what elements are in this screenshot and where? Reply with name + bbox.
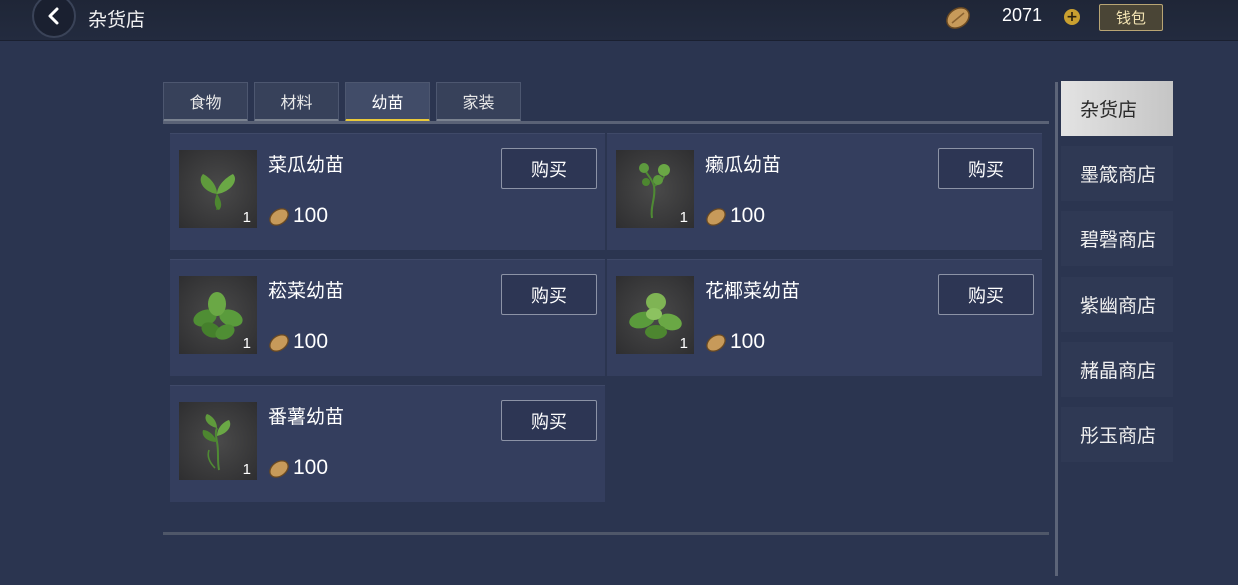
coin-seed-icon <box>706 334 726 352</box>
shop-item-card: 1 花椰菜幼苗 100 购买 <box>607 259 1042 376</box>
coin-seed-icon <box>706 208 726 226</box>
sidebar-item-biqing[interactable]: 碧磬商店 <box>1061 211 1173 266</box>
tab-home-decor[interactable]: 家装 <box>436 82 521 122</box>
item-count: 1 <box>679 209 688 226</box>
item-count: 1 <box>242 461 251 478</box>
buy-button[interactable]: 购买 <box>501 148 597 189</box>
sidebar-item-tongyu[interactable]: 彤玉商店 <box>1061 407 1173 462</box>
item-thumbnail[interactable]: 1 <box>179 150 257 228</box>
item-name: 菘菜幼苗 <box>268 280 345 302</box>
buy-button[interactable]: 购买 <box>938 148 1034 189</box>
sidebar-divider <box>1055 82 1058 576</box>
tab-seedlings[interactable]: 幼苗 <box>345 82 430 122</box>
shop-item-card: 1 菜瓜幼苗 100 购买 <box>170 133 605 250</box>
coin-seed-icon <box>269 334 289 352</box>
item-count: 1 <box>242 335 251 352</box>
item-price: 100 <box>730 204 766 227</box>
sidebar-item-zhejing[interactable]: 赭晶商店 <box>1061 342 1173 397</box>
item-name: 癞瓜幼苗 <box>705 154 782 176</box>
item-thumbnail[interactable]: 1 <box>179 276 257 354</box>
back-button[interactable] <box>32 0 76 38</box>
item-count: 1 <box>242 209 251 226</box>
page-title: 杂货店 <box>88 9 146 31</box>
item-count: 1 <box>679 335 688 352</box>
list-bottom-divider <box>163 532 1049 535</box>
item-thumbnail[interactable]: 1 <box>179 402 257 480</box>
top-bar: 杂货店 2071 + 钱包 <box>0 0 1238 41</box>
item-name: 番薯幼苗 <box>268 406 345 428</box>
shop-item-card: 1 癞瓜幼苗 100 购买 <box>607 133 1042 250</box>
coin-seed-icon <box>269 460 289 478</box>
buy-button[interactable]: 购买 <box>501 400 597 441</box>
item-price: 100 <box>293 330 329 353</box>
buy-button[interactable]: 购买 <box>938 274 1034 315</box>
item-thumbnail[interactable]: 1 <box>616 276 694 354</box>
coin-seed-icon <box>946 7 970 29</box>
item-thumbnail[interactable]: 1 <box>616 150 694 228</box>
currency-amount: 2071 <box>1001 5 1042 25</box>
sidebar-item-mozhen[interactable]: 墨箴商店 <box>1061 146 1173 201</box>
item-price: 100 <box>293 204 329 227</box>
sidebar-item-grocery[interactable]: 杂货店 <box>1061 81 1173 136</box>
item-name: 花椰菜幼苗 <box>705 280 801 302</box>
buy-button[interactable]: 购买 <box>501 274 597 315</box>
tab-materials[interactable]: 材料 <box>254 82 339 122</box>
wallet-button[interactable]: 钱包 <box>1099 4 1163 31</box>
shop-item-card: 1 菘菜幼苗 100 购买 <box>170 259 605 376</box>
sidebar-item-ziyou[interactable]: 紫幽商店 <box>1061 277 1173 332</box>
item-name: 菜瓜幼苗 <box>268 154 345 176</box>
tab-divider <box>163 121 1049 124</box>
item-price: 100 <box>730 330 766 353</box>
shop-item-card: 1 番薯幼苗 100 购买 <box>170 385 605 502</box>
chevron-left-icon <box>48 7 59 25</box>
coin-seed-icon <box>269 208 289 226</box>
tab-food[interactable]: 食物 <box>163 82 248 122</box>
add-currency-icon[interactable]: + <box>1064 9 1080 25</box>
item-price: 100 <box>293 456 329 479</box>
